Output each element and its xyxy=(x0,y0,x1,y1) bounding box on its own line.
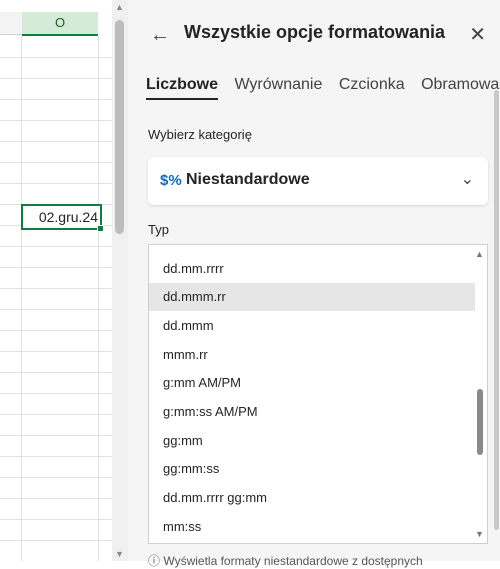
format-tabs: Liczbowe Wyrównanie Czcionka Obramowanie xyxy=(146,76,500,106)
list-item[interactable]: mmm.rr xyxy=(149,341,475,369)
grid-line xyxy=(0,246,112,247)
grid-line xyxy=(0,141,112,142)
close-icon[interactable]: ✕ xyxy=(469,22,486,47)
list-item[interactable]: gg:mm:ss xyxy=(149,455,475,483)
description-text: Wyświetla formaty niestandardowe z dostę… xyxy=(163,554,423,568)
tab-obramowanie[interactable]: Obramowanie xyxy=(421,76,500,98)
grid-line xyxy=(98,36,99,561)
tab-czcionka[interactable]: Czcionka xyxy=(339,76,405,98)
sheet-vertical-scrollbar[interactable]: ▲ ▼ xyxy=(112,0,128,561)
column-header-previous[interactable] xyxy=(0,12,22,35)
pane-scroll-thumb[interactable] xyxy=(494,90,499,530)
grid-line xyxy=(21,36,22,561)
format-cells-pane: ← Wszystkie opcje formatowania ✕ Liczbow… xyxy=(128,0,500,568)
type-list-scroll-thumb[interactable] xyxy=(477,389,483,455)
list-item[interactable]: mm:ss xyxy=(149,513,475,541)
grid-line xyxy=(0,372,112,373)
column-header-o[interactable]: O xyxy=(22,12,98,36)
grid-line xyxy=(0,330,112,331)
grid-line xyxy=(0,498,112,499)
sheet-scroll-thumb[interactable] xyxy=(115,20,124,234)
currency-percent-icon: $% xyxy=(160,172,182,189)
grid-line xyxy=(0,57,112,58)
list-item[interactable]: g:mm AM/PM xyxy=(149,369,475,397)
grid-line xyxy=(0,99,112,100)
list-item-selected[interactable]: dd.mmm.rr xyxy=(149,283,475,311)
grid-line xyxy=(0,162,112,163)
scroll-up-arrow-icon[interactable]: ▲ xyxy=(115,2,124,12)
type-listbox[interactable]: dd.mm.rrrr dd.mmm.rr dd.mmm mmm.rr g:mm … xyxy=(148,244,488,544)
grid-line xyxy=(0,393,112,394)
grid-line xyxy=(0,435,112,436)
scroll-up-arrow-icon[interactable]: ▲ xyxy=(475,249,484,259)
grid-line xyxy=(0,288,112,289)
type-label: Typ xyxy=(148,222,169,237)
grid-line xyxy=(0,519,112,520)
list-item[interactable]: dd.mmm xyxy=(149,312,475,340)
chevron-down-icon: ⌄ xyxy=(460,171,474,188)
spreadsheet-grid[interactable]: O 02.gru.24 xyxy=(0,0,112,561)
grid-line xyxy=(0,267,112,268)
list-item[interactable]: dd.mm.rrrr xyxy=(149,255,475,283)
tab-liczbowe[interactable]: Liczbowe xyxy=(146,76,219,100)
tab-wyrownanie[interactable]: Wyrównanie xyxy=(234,76,322,98)
pane-title: Wszystkie opcje formatowania xyxy=(184,22,446,42)
grid-line xyxy=(0,351,112,352)
grid-line xyxy=(0,309,112,310)
pane-header: ← Wszystkie opcje formatowania ✕ xyxy=(128,18,500,52)
list-item[interactable]: gg:mm xyxy=(149,427,475,455)
type-list-scrollbar[interactable]: ▲ ▼ xyxy=(473,245,487,543)
back-arrow-icon[interactable]: ← xyxy=(150,24,170,47)
grid-line xyxy=(0,456,112,457)
grid-line xyxy=(0,477,112,478)
grid-line xyxy=(0,414,112,415)
active-cell[interactable]: 02.gru.24 xyxy=(21,204,104,232)
category-dropdown[interactable]: $% Niestandardowe ⌄ xyxy=(148,157,488,205)
list-item[interactable]: dd.mm.rrrr gg:mm xyxy=(149,484,475,512)
grid-line xyxy=(0,540,112,541)
info-icon: ⓘ xyxy=(148,554,161,568)
scroll-down-arrow-icon[interactable]: ▼ xyxy=(115,549,124,559)
grid-line xyxy=(0,120,112,121)
scroll-down-arrow-icon[interactable]: ▼ xyxy=(475,529,484,539)
grid-line xyxy=(0,183,112,184)
category-selected-value: Niestandardowe xyxy=(186,171,310,188)
grid-line xyxy=(0,78,112,79)
pane-scrollbar[interactable] xyxy=(494,70,500,560)
category-label: Wybierz kategorię xyxy=(148,127,252,142)
list-item[interactable]: g:mm:ss AM/PM xyxy=(149,398,475,426)
